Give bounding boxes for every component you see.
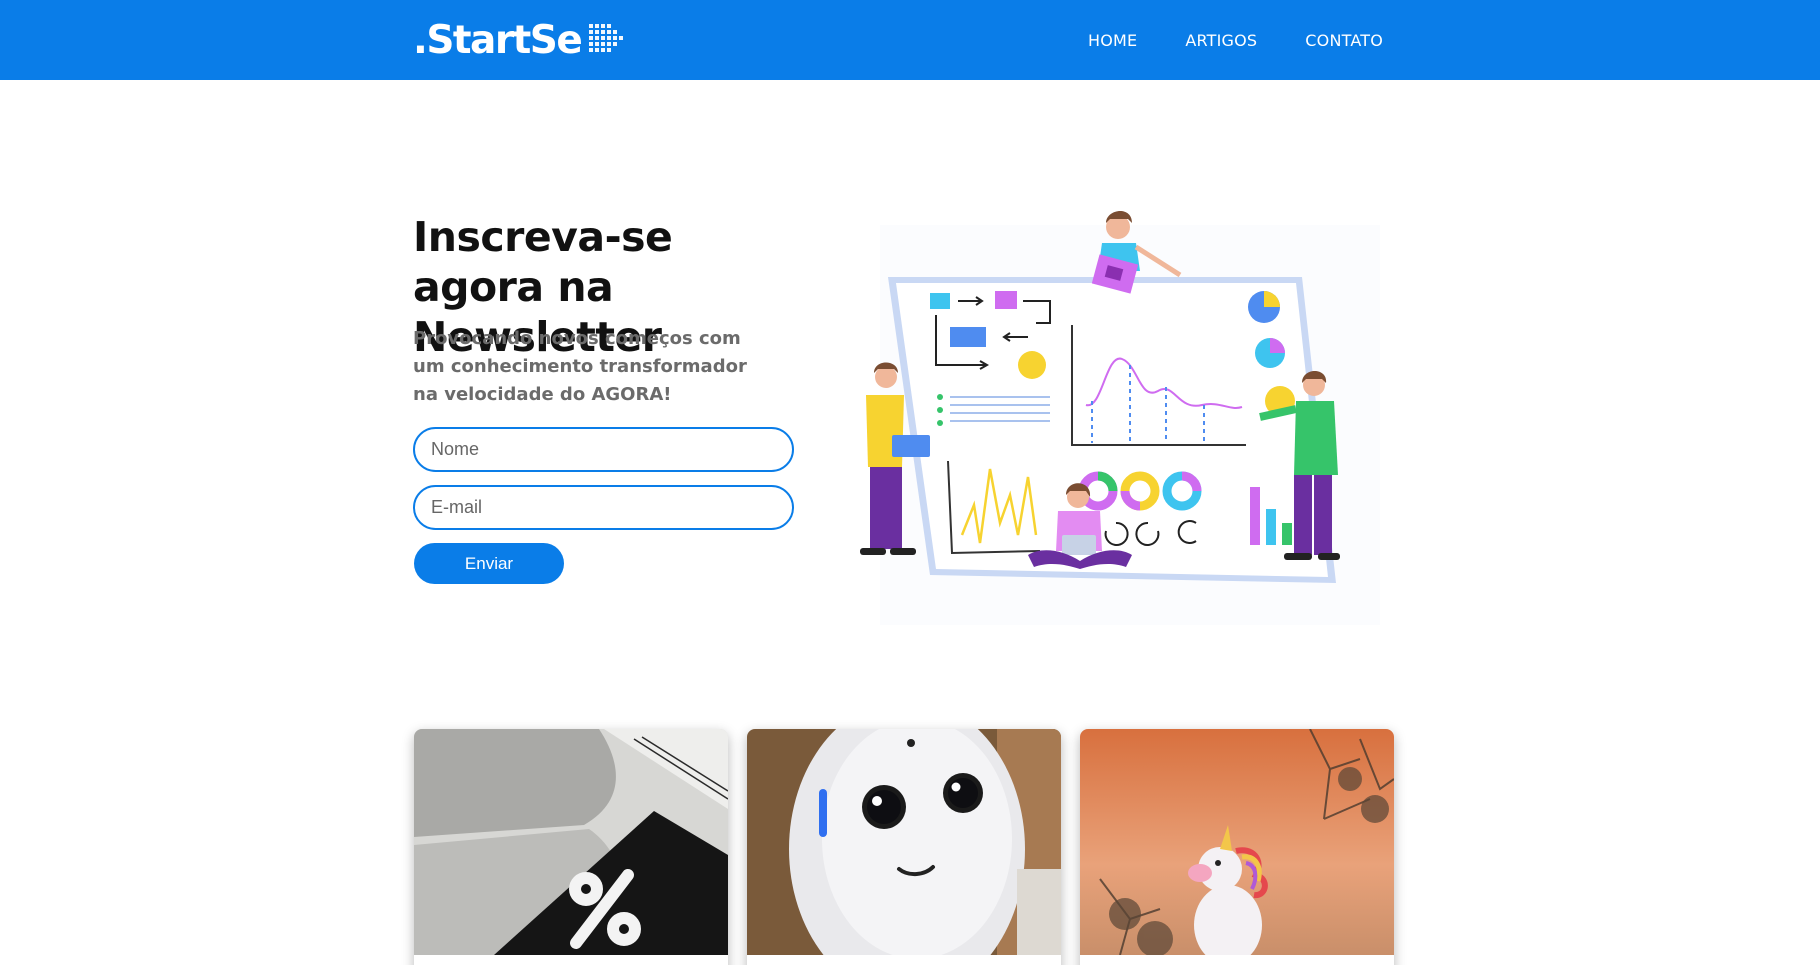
robot-image bbox=[747, 729, 1061, 955]
analytics-team-illustration bbox=[860, 210, 1380, 625]
newsletter-subtitle: Provocando novos começos com um conhecim… bbox=[413, 328, 747, 405]
logo-text: .StartSe bbox=[413, 17, 583, 63]
nav-home[interactable]: HOME bbox=[1088, 31, 1137, 50]
nav-contato[interactable]: CONTATO bbox=[1305, 31, 1383, 50]
main-nav: HOME ARTIGOS CONTATO bbox=[1088, 0, 1383, 80]
email-input[interactable] bbox=[413, 485, 794, 530]
article-card[interactable] bbox=[747, 729, 1061, 965]
article-card[interactable] bbox=[414, 729, 728, 965]
logo[interactable]: .StartSe bbox=[413, 14, 627, 66]
unicorn-image bbox=[1080, 729, 1394, 955]
top-navbar: .StartSe HOME ARTIGOS CONTATO bbox=[0, 0, 1820, 80]
name-input[interactable] bbox=[413, 427, 794, 472]
logo-arrow-icon bbox=[589, 24, 624, 52]
submit-button[interactable]: Enviar bbox=[414, 543, 564, 584]
nav-artigos[interactable]: ARTIGOS bbox=[1185, 31, 1257, 50]
article-card[interactable] bbox=[1080, 729, 1394, 965]
percent-sign-image bbox=[414, 729, 728, 955]
